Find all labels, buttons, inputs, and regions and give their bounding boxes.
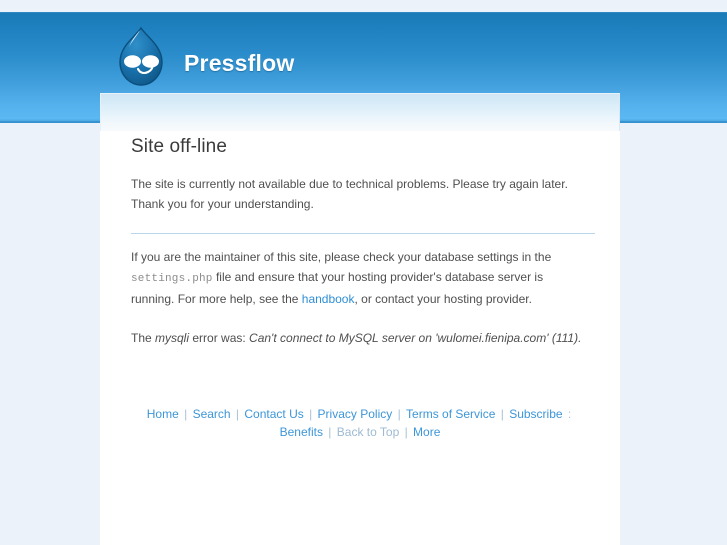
- maintainer-message: If you are the maintainer of this site, …: [131, 247, 589, 309]
- maintainer-text-part1: If you are the maintainer of this site, …: [131, 249, 552, 264]
- database-error-message: The mysqli error was: Can't connect to M…: [131, 328, 589, 348]
- footer-separator: |: [401, 424, 412, 439]
- footer-link-search[interactable]: Search: [193, 407, 231, 421]
- settings-file-code: settings.php: [131, 272, 213, 285]
- footer-link-subscribe[interactable]: Subscribe: [509, 407, 562, 421]
- drupal-droplet-icon[interactable]: [110, 25, 172, 89]
- footer-link-home[interactable]: Home: [147, 407, 179, 421]
- site-name[interactable]: Pressflow: [184, 50, 294, 77]
- footer-separator: :: [564, 406, 572, 421]
- footer-separator: |: [394, 406, 405, 421]
- footer-separator: |: [324, 424, 335, 439]
- offline-message: The site is currently not available due …: [131, 176, 568, 211]
- content-inner: Site off-line The site is currently not …: [100, 93, 620, 441]
- maintainer-text-part3: , or contact your hosting provider.: [354, 291, 532, 306]
- footer-separator: |: [305, 406, 316, 421]
- footer-link-back-to-top[interactable]: Back to Top: [337, 425, 399, 439]
- handbook-link[interactable]: handbook: [302, 292, 355, 306]
- footer-link-more[interactable]: More: [413, 425, 440, 439]
- footer-link-terms-of-service[interactable]: Terms of Service: [406, 407, 495, 421]
- footer-separator: |: [497, 406, 508, 421]
- error-prefix: The: [131, 330, 156, 345]
- footer-link-benefits[interactable]: Benefits: [280, 425, 323, 439]
- page-title: Site off-line: [131, 136, 228, 157]
- footer-separator: |: [180, 406, 191, 421]
- footer-separator: |: [232, 406, 243, 421]
- content-panel: Site off-line The site is currently not …: [100, 93, 620, 545]
- error-detail: Can't connect to MySQL server on 'wulome…: [249, 330, 582, 345]
- footer-link-privacy-policy[interactable]: Privacy Policy: [318, 407, 393, 421]
- footer-link-contact-us[interactable]: Contact Us: [244, 407, 303, 421]
- error-middle: error was:: [189, 330, 250, 345]
- footer-links: Home | Search | Contact Us | Privacy Pol…: [131, 348, 589, 441]
- error-driver: mysqli: [155, 330, 190, 345]
- content-divider: [131, 232, 595, 234]
